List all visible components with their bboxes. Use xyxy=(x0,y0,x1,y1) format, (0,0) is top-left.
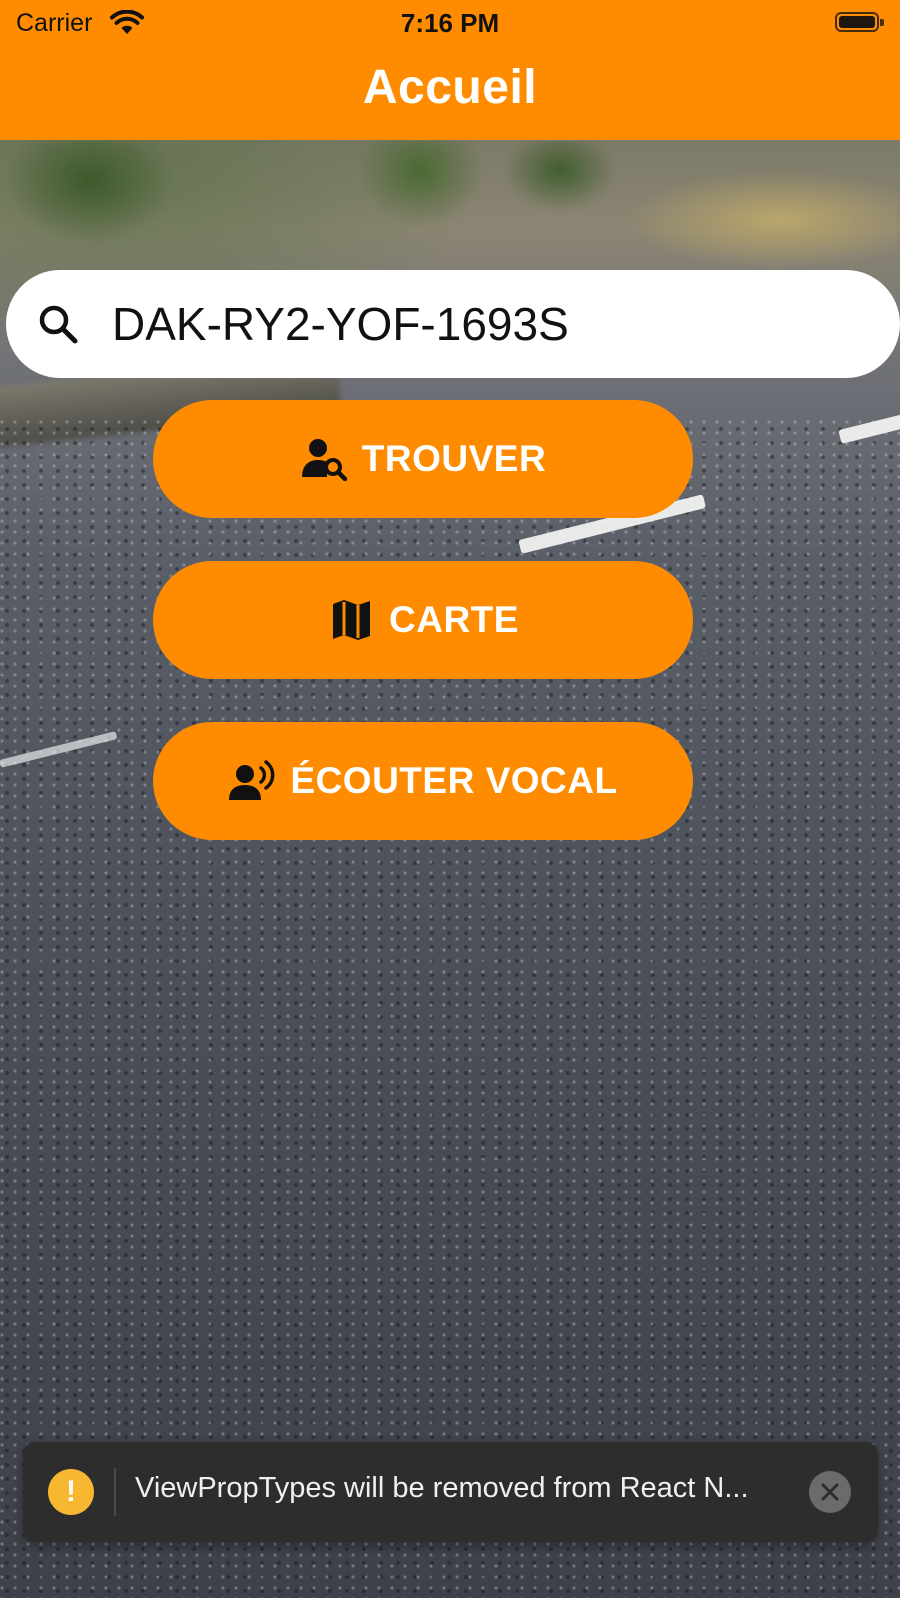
close-toast-button[interactable] xyxy=(809,1471,851,1513)
app-header: Carrier 7:16 PM Accueil xyxy=(0,0,900,140)
listen-voice-button-label: ÉCOUTER VOCAL xyxy=(290,760,618,801)
find-button[interactable]: TROUVER xyxy=(153,400,693,518)
warning-icon: ! xyxy=(48,1469,94,1515)
clock: 7:16 PM xyxy=(400,8,500,38)
map-button[interactable]: CARTE xyxy=(153,561,693,679)
listen-voice-button[interactable]: ÉCOUTER VOCAL xyxy=(153,722,693,840)
background-trees xyxy=(0,140,900,270)
warning-toast[interactable]: ! ViewPropTypes will be removed from Rea… xyxy=(23,1442,878,1542)
map-icon xyxy=(333,600,371,640)
find-button-label: TROUVER xyxy=(361,438,547,479)
toast-divider xyxy=(114,1468,116,1516)
person-search-icon xyxy=(301,439,348,481)
search-bar[interactable] xyxy=(6,270,900,378)
status-bar: Carrier 7:16 PM xyxy=(0,0,900,46)
close-icon xyxy=(821,1483,839,1501)
search-input[interactable] xyxy=(112,290,872,358)
page-title: Accueil xyxy=(362,61,538,114)
search-icon xyxy=(39,305,78,344)
toast-message: ViewPropTypes will be removed from React… xyxy=(135,1472,749,1504)
battery-icon xyxy=(835,12,884,32)
map-button-label: CARTE xyxy=(389,599,519,640)
voice-speaker-icon xyxy=(229,760,275,800)
